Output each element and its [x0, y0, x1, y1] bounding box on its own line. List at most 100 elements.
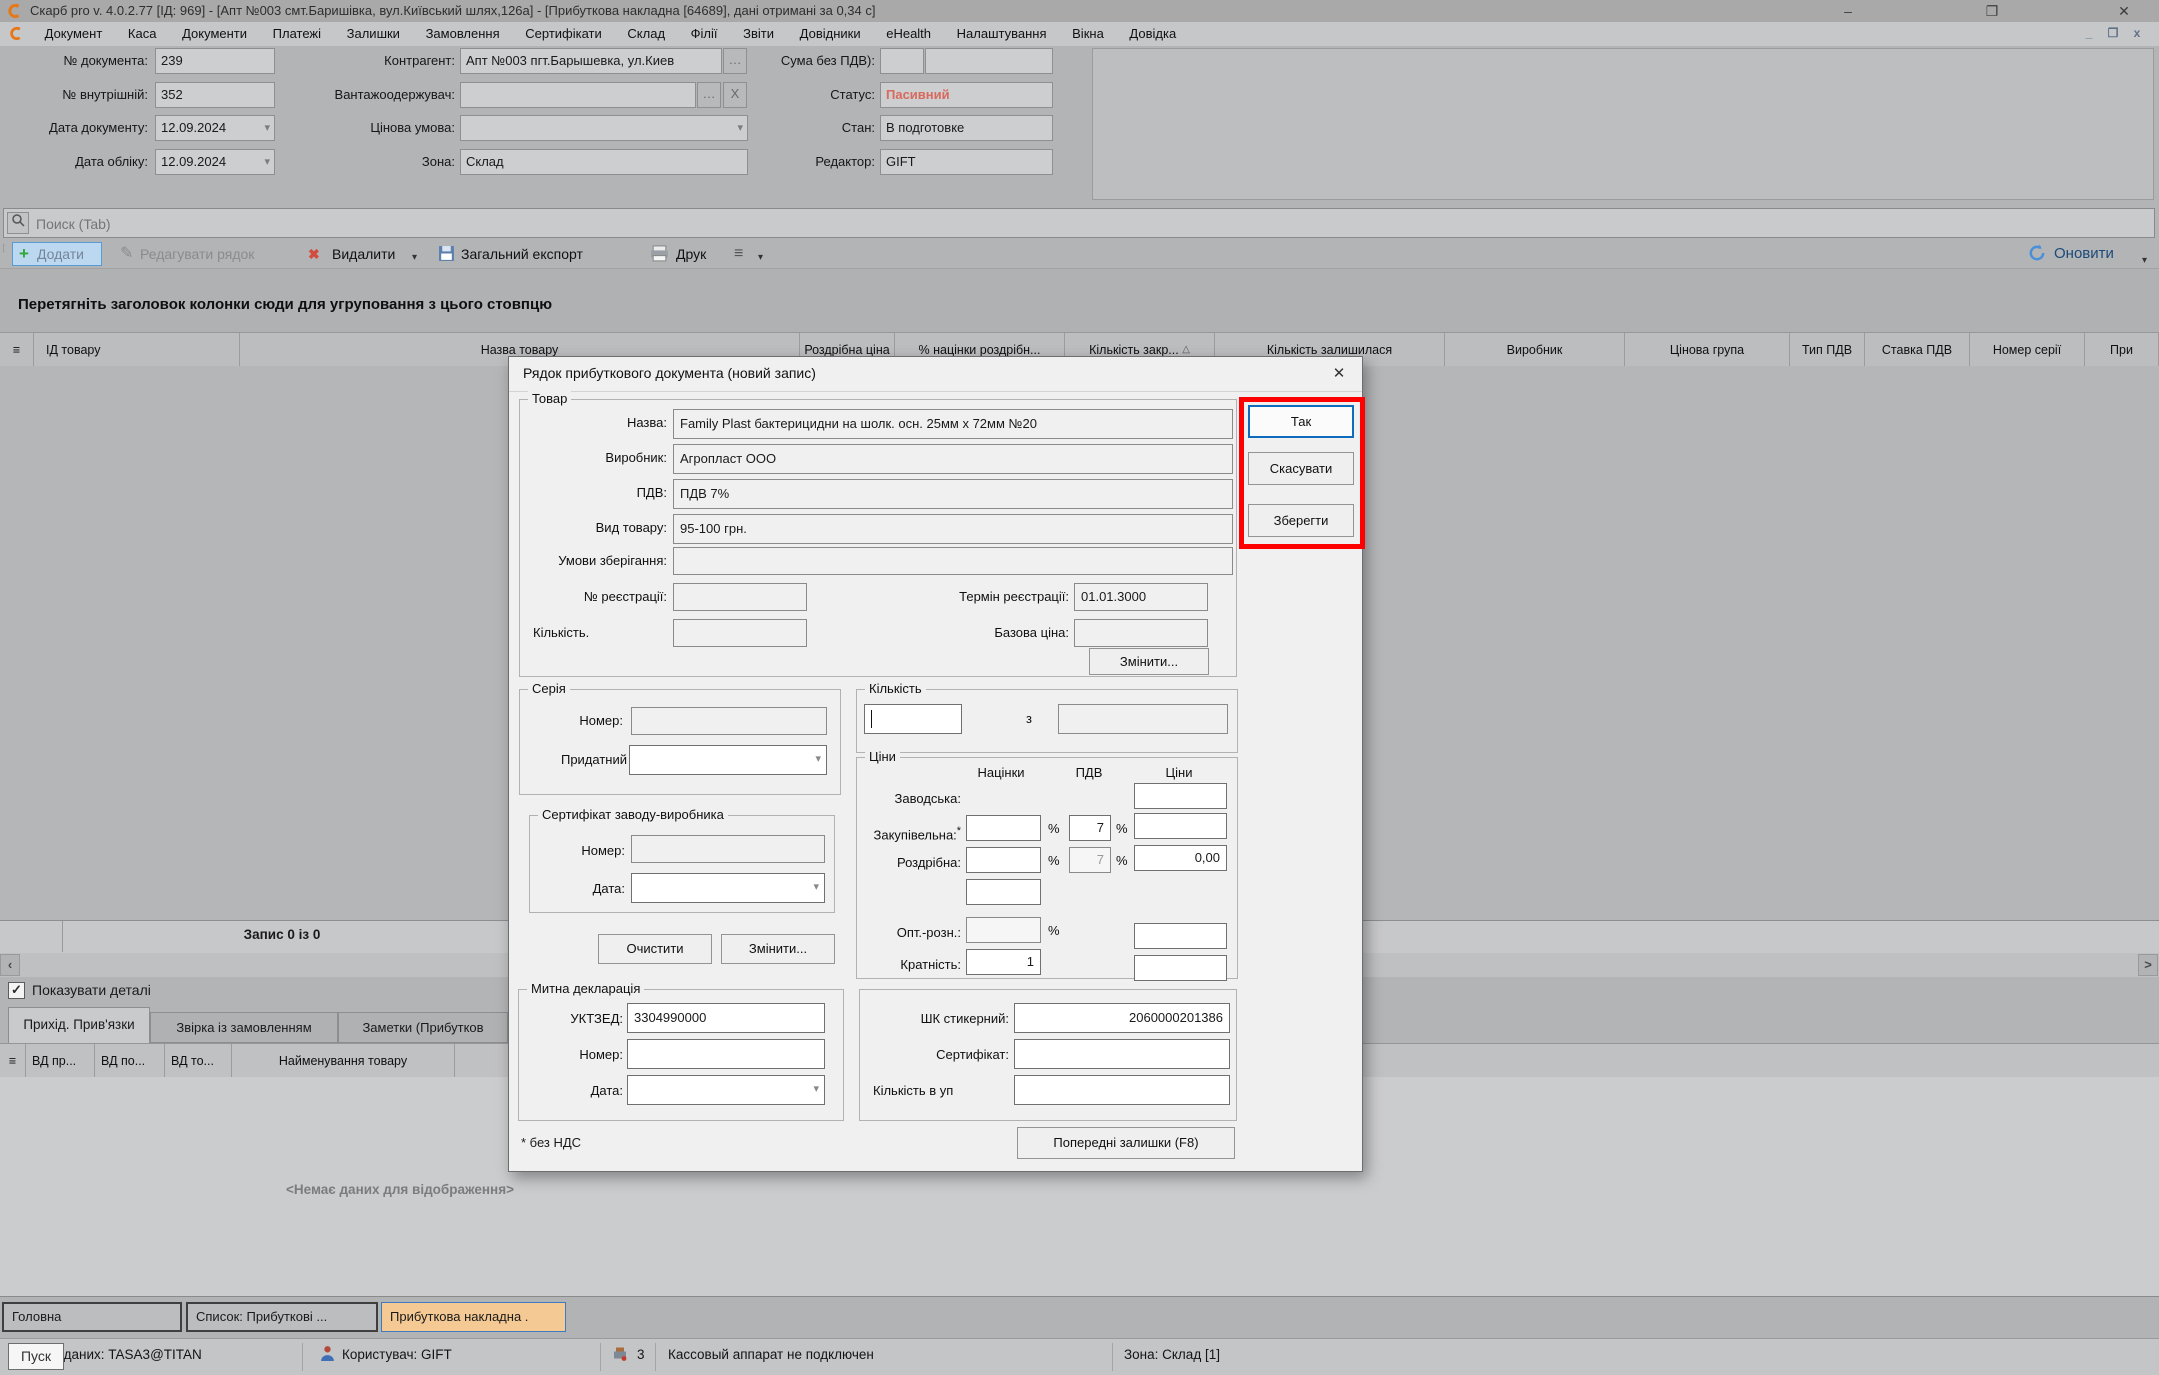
- detail-corner-icon[interactable]: ≡: [0, 1044, 26, 1077]
- factory-cert-number-input[interactable]: [631, 835, 825, 863]
- delete-button[interactable]: Видалити: [332, 243, 395, 265]
- menu-item-kasa[interactable]: Каса: [117, 22, 168, 45]
- detail-column-vd-to[interactable]: ВД то...: [165, 1044, 232, 1077]
- quantity-total-input[interactable]: [1058, 704, 1228, 734]
- start-button[interactable]: Пуск: [8, 1343, 64, 1370]
- base-price-input[interactable]: [1074, 619, 1208, 647]
- reg-term-input[interactable]: 01.01.3000: [1074, 583, 1208, 611]
- purchase-markup-input[interactable]: [966, 815, 1041, 841]
- refresh-button[interactable]: Оновити: [2054, 243, 2114, 265]
- consignee-input[interactable]: [460, 82, 696, 108]
- menu-item-windows[interactable]: Вікна: [1061, 22, 1115, 45]
- column-header-vat-type[interactable]: Тип ПДВ: [1790, 333, 1865, 366]
- restore-icon[interactable]: ❐: [1972, 0, 2012, 22]
- multiplicity-input[interactable]: 1: [966, 949, 1041, 975]
- window-tab-main[interactable]: Головна: [2, 1302, 182, 1332]
- purchase-vat-input[interactable]: 7: [1069, 815, 1111, 841]
- customs-date-dropdown-icon[interactable]: ▾: [813, 1076, 819, 1102]
- quantity-input[interactable]: [864, 704, 962, 734]
- storage-conditions-input[interactable]: [673, 547, 1233, 575]
- print-button[interactable]: Друк: [676, 243, 706, 265]
- cancel-button[interactable]: Скасувати: [1248, 452, 1354, 485]
- search-icon[interactable]: [7, 212, 29, 234]
- show-details-checkbox[interactable]: ✓: [8, 982, 25, 999]
- refresh-dropdown-icon[interactable]: ▾: [2142, 250, 2147, 272]
- menu-item-payments[interactable]: Платежі: [262, 22, 332, 45]
- column-header-series-number[interactable]: Номер серії: [1970, 333, 2085, 366]
- column-header-pri[interactable]: При: [2085, 333, 2159, 366]
- product-name-input[interactable]: Family Plast бактерицидни на шолк. осн. …: [673, 409, 1233, 439]
- mdi-close-icon[interactable]: x: [2127, 25, 2147, 43]
- tab-order-reconciliation[interactable]: Звірка із замовленням: [150, 1012, 338, 1043]
- series-valid-combobox[interactable]: ▾: [629, 745, 827, 775]
- sticker-barcode-input[interactable]: 2060000201386: [1014, 1003, 1230, 1033]
- factory-cert-date-combobox[interactable]: ▾: [631, 873, 825, 903]
- column-header-product-id[interactable]: ІД товару: [34, 333, 240, 366]
- series-valid-dropdown-icon[interactable]: ▾: [815, 746, 821, 772]
- search-input[interactable]: [34, 211, 2038, 237]
- search-box[interactable]: [3, 208, 2155, 238]
- list-options-icon[interactable]: ≡: [734, 243, 743, 265]
- purchase-price-input[interactable]: [1134, 813, 1227, 839]
- factory-cert-date-dropdown-icon[interactable]: ▾: [813, 874, 819, 900]
- menu-item-orders[interactable]: Замовлення: [415, 22, 511, 45]
- mdi-minimize-icon[interactable]: _: [2079, 25, 2099, 43]
- export-button[interactable]: Загальний експорт: [461, 243, 583, 265]
- wholesale-markup-input[interactable]: [966, 917, 1041, 943]
- window-tab-income-invoice[interactable]: Прибуткова накладна .: [381, 1302, 566, 1332]
- grid-corner-icon[interactable]: ≡: [0, 333, 34, 366]
- product-type-input[interactable]: 95-100 грн.: [673, 514, 1233, 544]
- detail-column-vd-pr[interactable]: ВД пр...: [26, 1044, 95, 1077]
- list-options-dropdown-icon[interactable]: ▾: [758, 247, 763, 269]
- series-number-input[interactable]: [631, 707, 827, 735]
- delete-dropdown-icon[interactable]: ▾: [412, 247, 417, 269]
- close-icon[interactable]: ✕: [2104, 0, 2144, 22]
- pack-qty-input[interactable]: [1014, 1075, 1230, 1105]
- window-tab-income-list[interactable]: Список: Прибуткові ...: [186, 1302, 378, 1332]
- menu-item-branches[interactable]: Філії: [680, 22, 729, 45]
- column-header-vat-rate[interactable]: Ставка ПДВ: [1865, 333, 1970, 366]
- menu-item-reports[interactable]: Звіти: [732, 22, 785, 45]
- extra-markup-input[interactable]: [966, 879, 1041, 905]
- reg-number-input[interactable]: [673, 583, 807, 611]
- menu-item-directories[interactable]: Довідники: [789, 22, 872, 45]
- menu-item-stocks[interactable]: Залишки: [336, 22, 411, 45]
- column-header-manufacturer[interactable]: Виробник: [1445, 333, 1625, 366]
- save-button[interactable]: Зберегти: [1248, 504, 1354, 537]
- menu-item-document[interactable]: Документ: [34, 22, 114, 45]
- account-date-dropdown-icon[interactable]: ▾: [264, 150, 270, 174]
- uktzed-input[interactable]: 3304990000: [627, 1003, 825, 1033]
- multiplicity-price-input[interactable]: [1134, 955, 1227, 981]
- mdi-restore-icon[interactable]: ❐: [2103, 25, 2123, 43]
- detail-column-product-name[interactable]: Найменування товару: [232, 1044, 455, 1077]
- internal-number-input[interactable]: 352: [155, 82, 275, 108]
- doc-date-dropdown-icon[interactable]: ▾: [264, 116, 270, 140]
- sum-no-vat-input-1[interactable]: [880, 48, 924, 74]
- dialog-close-icon[interactable]: ✕: [1324, 362, 1354, 386]
- vat-input[interactable]: ПДВ 7%: [673, 479, 1233, 509]
- retail-price-input[interactable]: 0,00: [1134, 845, 1227, 871]
- menu-item-ehealth[interactable]: eHealth: [875, 22, 942, 45]
- sticker-certificate-input[interactable]: [1014, 1039, 1230, 1069]
- add-button[interactable]: + Додати: [12, 242, 102, 266]
- dialog-title-bar[interactable]: Рядок прибуткового документа (новий запи…: [509, 357, 1362, 392]
- retail-markup-input[interactable]: [966, 847, 1041, 873]
- doc-date-input[interactable]: 12.09.2024▾: [155, 115, 275, 141]
- menu-item-documents[interactable]: Документи: [171, 22, 258, 45]
- detail-column-vd-po[interactable]: ВД по...: [95, 1044, 165, 1077]
- customs-number-input[interactable]: [627, 1039, 825, 1069]
- clear-button[interactable]: Очистити: [598, 934, 712, 964]
- menu-item-certificates[interactable]: Сертифікати: [514, 22, 613, 45]
- tab-notes[interactable]: Заметки (Прибутков: [338, 1012, 508, 1043]
- menu-item-settings[interactable]: Налаштування: [946, 22, 1058, 45]
- wholesale-price-input[interactable]: [1134, 923, 1227, 949]
- scroll-right-icon[interactable]: >: [2138, 954, 2158, 976]
- sum-no-vat-input-2[interactable]: [925, 48, 1053, 74]
- doc-number-input[interactable]: 239: [155, 48, 275, 74]
- ok-button[interactable]: Так: [1248, 405, 1354, 438]
- cert-change-button[interactable]: Змінити...: [721, 934, 835, 964]
- customs-date-combobox[interactable]: ▾: [627, 1075, 825, 1105]
- product-change-button[interactable]: Змінити...: [1089, 648, 1209, 675]
- account-date-input[interactable]: 12.09.2024▾: [155, 149, 275, 175]
- factory-price-input[interactable]: [1134, 783, 1227, 809]
